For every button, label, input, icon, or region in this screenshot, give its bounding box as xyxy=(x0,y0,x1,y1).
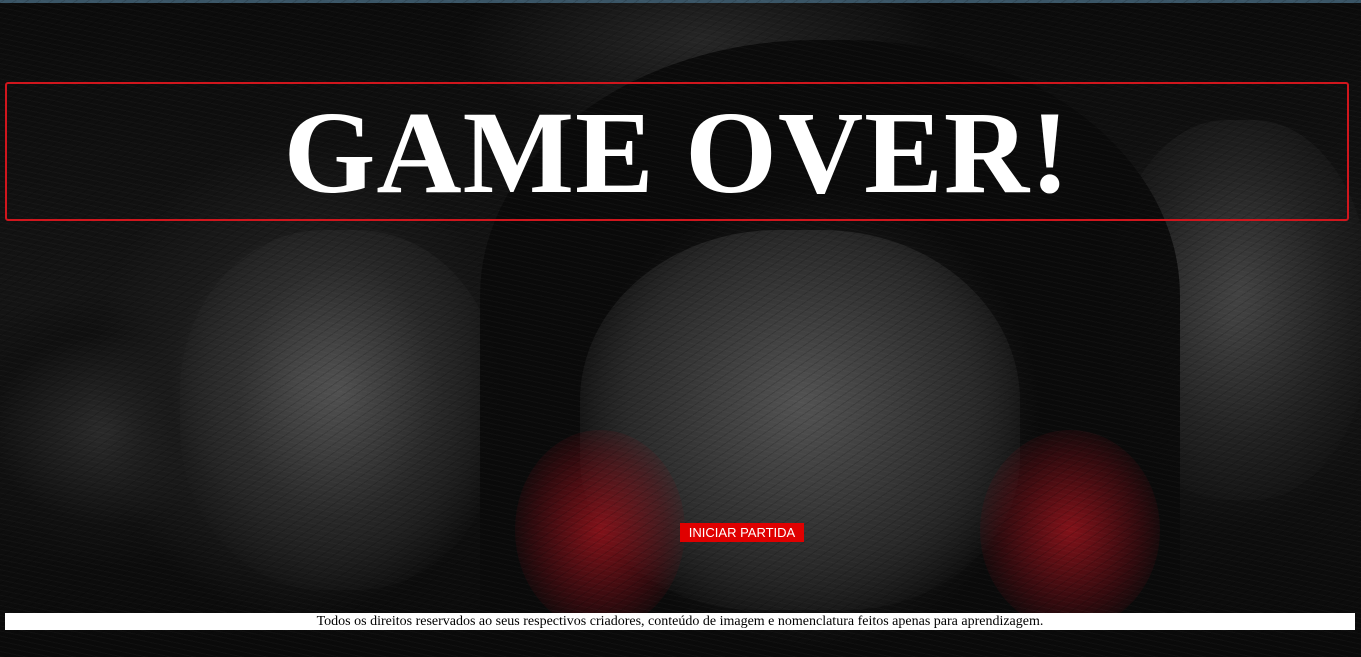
footer: Todos os direitos reservados ao seus res… xyxy=(5,613,1355,630)
background-red-accent-left xyxy=(515,430,685,630)
background-red-accent-right xyxy=(980,430,1160,630)
top-border xyxy=(0,0,1361,3)
start-match-button[interactable]: INICIAR PARTIDA xyxy=(680,523,804,542)
game-over-screen: GAME OVER! INICIAR PARTIDA Todos os dire… xyxy=(0,0,1361,657)
game-over-banner: GAME OVER! xyxy=(5,82,1349,221)
background-crowd-left xyxy=(180,230,500,590)
footer-copyright: Todos os direitos reservados ao seus res… xyxy=(316,614,1044,629)
game-over-title: GAME OVER! xyxy=(283,86,1071,218)
